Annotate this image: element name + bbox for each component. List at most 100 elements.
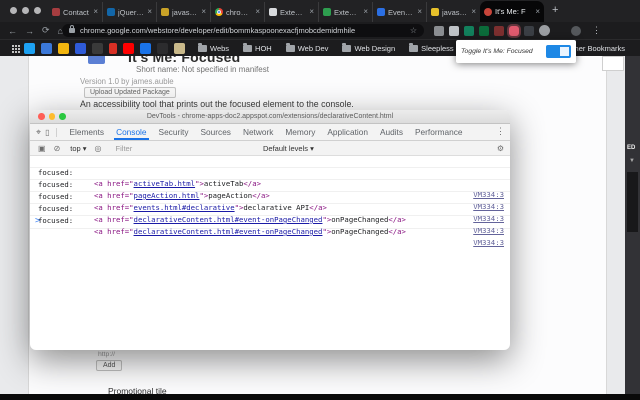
bookmark-favicon[interactable] [123,42,134,54]
console-log-row: focused: <a href="events.html#declarativ… [30,180,510,223]
bookmark-folder-web-dev[interactable]: Web Dev [285,42,328,53]
tab-extensions-2[interactable]: Extensio × [318,2,372,22]
tab-application[interactable]: Application [321,124,374,140]
bookmark-favicon[interactable] [157,42,168,54]
bookmark-favicon[interactable] [58,42,69,54]
omnibox[interactable]: chrome.google.com/webstore/developer/edi… [62,24,424,37]
clear-console-icon[interactable]: ⊘ [54,144,61,153]
close-tab-icon[interactable]: × [147,8,152,16]
upload-updated-package-button[interactable]: Upload Updated Package [84,87,176,98]
tab-network[interactable]: Network [237,124,279,140]
tab-its-me-focused-active[interactable]: It's Me: F × [480,1,544,22]
device-toolbar-icon[interactable]: ▯ [45,127,58,137]
devtools-titlebar[interactable]: DevTools - chrome-apps-doc2.appspot.com/… [30,110,510,124]
page-corner-box [602,56,624,71]
close-window-icon[interactable] [38,113,45,120]
bookmark-favicon[interactable] [75,42,86,54]
side-panel-block [627,172,638,232]
tab-elements[interactable]: Elements [63,124,110,140]
bookmark-folder-hoh[interactable]: HOH [243,42,272,53]
lock-icon [69,25,75,33]
bookmark-favicon[interactable] [24,42,35,54]
devtools-window-title: DevTools - chrome-apps-doc2.appspot.com/… [146,113,394,120]
browser-menu-icon[interactable]: ⋮ [592,25,601,36]
forward-icon[interactable]: → [25,26,34,36]
tab-audits[interactable]: Audits [374,124,409,140]
minimize-window-icon[interactable] [22,7,29,14]
bookmark-favicon[interactable] [174,42,185,54]
extension-icon-2[interactable] [449,25,459,36]
console-log-row: focused: <a href="declarativeContent.htm… [30,204,510,247]
close-tab-icon[interactable]: × [255,8,260,16]
tab-performance[interactable]: Performance [409,124,469,140]
close-tab-icon[interactable]: × [363,8,368,16]
close-tab-icon[interactable]: × [201,8,206,16]
console-settings-gear-icon[interactable]: ⚙ [497,144,504,153]
extension-popup: Toggle It's Me: Focused [456,40,576,63]
extension-icon-4[interactable] [479,25,489,36]
close-tab-icon[interactable]: × [309,8,314,16]
tab-javascript-1[interactable]: javascrip× [156,2,210,22]
tab-sources[interactable]: Sources [195,124,237,140]
source-location-link[interactable]: VM334:3 [473,237,504,248]
devtools-menu-icon[interactable]: ⋮ [496,126,505,137]
tab-security[interactable]: Security [153,124,195,140]
tab-extensions-1[interactable]: Extensio × [264,2,318,22]
console-toolbar: ▣ ⊘ top ▾ ◎ Filter Default levels ▾ ⚙ [30,141,510,156]
zoom-window-icon[interactable] [59,113,66,120]
focus-toggle-switch[interactable] [546,45,571,58]
new-tab-button[interactable]: + [552,4,558,16]
console-filter-input[interactable]: Filter [116,144,133,153]
shield-extension-icon[interactable] [464,25,474,36]
log-levels-dropdown[interactable]: Default levels ▾ [263,144,314,153]
tab-console[interactable]: Console [110,124,152,140]
tab-jquery[interactable]: jQuery.m× [102,2,156,22]
bookmark-folder-web-design[interactable]: Web Design [342,42,395,53]
add-button[interactable]: Add [96,360,123,371]
profile-avatar[interactable] [539,25,550,36]
bookmark-favicon[interactable] [109,42,117,54]
console-log-row: focused: <a href="activeTab.html">active… [30,156,510,199]
devtools-tab-bar: ⌖ ▯ Elements Console Security Sources Ne… [30,124,510,141]
close-tab-icon[interactable]: × [471,8,476,16]
reload-icon[interactable]: ⟳ [42,25,50,36]
back-icon[interactable]: ← [8,26,17,36]
frame-context-dropdown[interactable]: top ▾ [70,144,86,153]
minimize-window-icon[interactable] [48,113,55,120]
extension-icon-1[interactable] [434,25,444,36]
href-link[interactable]: declarativeContent.html#event-onPageChan… [134,227,323,236]
extension-icon-7[interactable] [524,25,534,36]
window-controls[interactable] [10,7,41,14]
bookmark-star-icon[interactable]: ☆ [410,26,417,35]
folder-icon [342,42,352,52]
apps-grid-icon[interactable] [12,45,14,47]
bookmark-folder-webs[interactable]: Webs [198,42,229,53]
browser-extra-icon[interactable] [571,25,581,36]
close-tab-icon[interactable]: × [93,8,98,16]
tab-eventtarget[interactable]: EventTa × [372,2,426,22]
tab-javascript-2[interactable]: javascrip× [426,2,480,22]
tab-contact[interactable]: Contact × [48,2,102,22]
inspect-element-icon[interactable]: ⌖ [36,127,41,138]
extension-icon-5[interactable] [494,25,504,36]
tab-memory[interactable]: Memory [279,124,321,140]
close-window-icon[interactable] [10,7,17,14]
bookmark-favicon[interactable] [92,42,103,54]
tab-favicon [269,8,277,16]
tab-chrome[interactable]: chrome.c× [210,2,264,22]
close-tab-icon[interactable]: × [535,7,540,16]
short-name-text: Short name: Not specified in manifest [136,65,269,74]
zoom-window-icon[interactable] [34,7,41,14]
bookmark-favicon[interactable] [140,42,151,54]
bookmark-favicon[interactable] [41,42,52,54]
url-text[interactable]: chrome.google.com/webstore/developer/edi… [80,26,406,35]
bookmark-folder-sleepless[interactable]: Sleepless [409,42,454,53]
close-tab-icon[interactable]: × [417,8,422,16]
eye-icon[interactable]: ◎ [95,144,102,153]
devtools-window-controls[interactable] [38,113,66,120]
folder-icon [243,42,253,52]
href-link[interactable]: declarativeContent.html#event-onPageChan… [134,215,323,224]
its-me-extension-icon[interactable] [509,25,519,36]
source-location-link[interactable]: VM334:3 [473,225,504,236]
console-sidebar-icon[interactable]: ▣ [38,144,46,153]
